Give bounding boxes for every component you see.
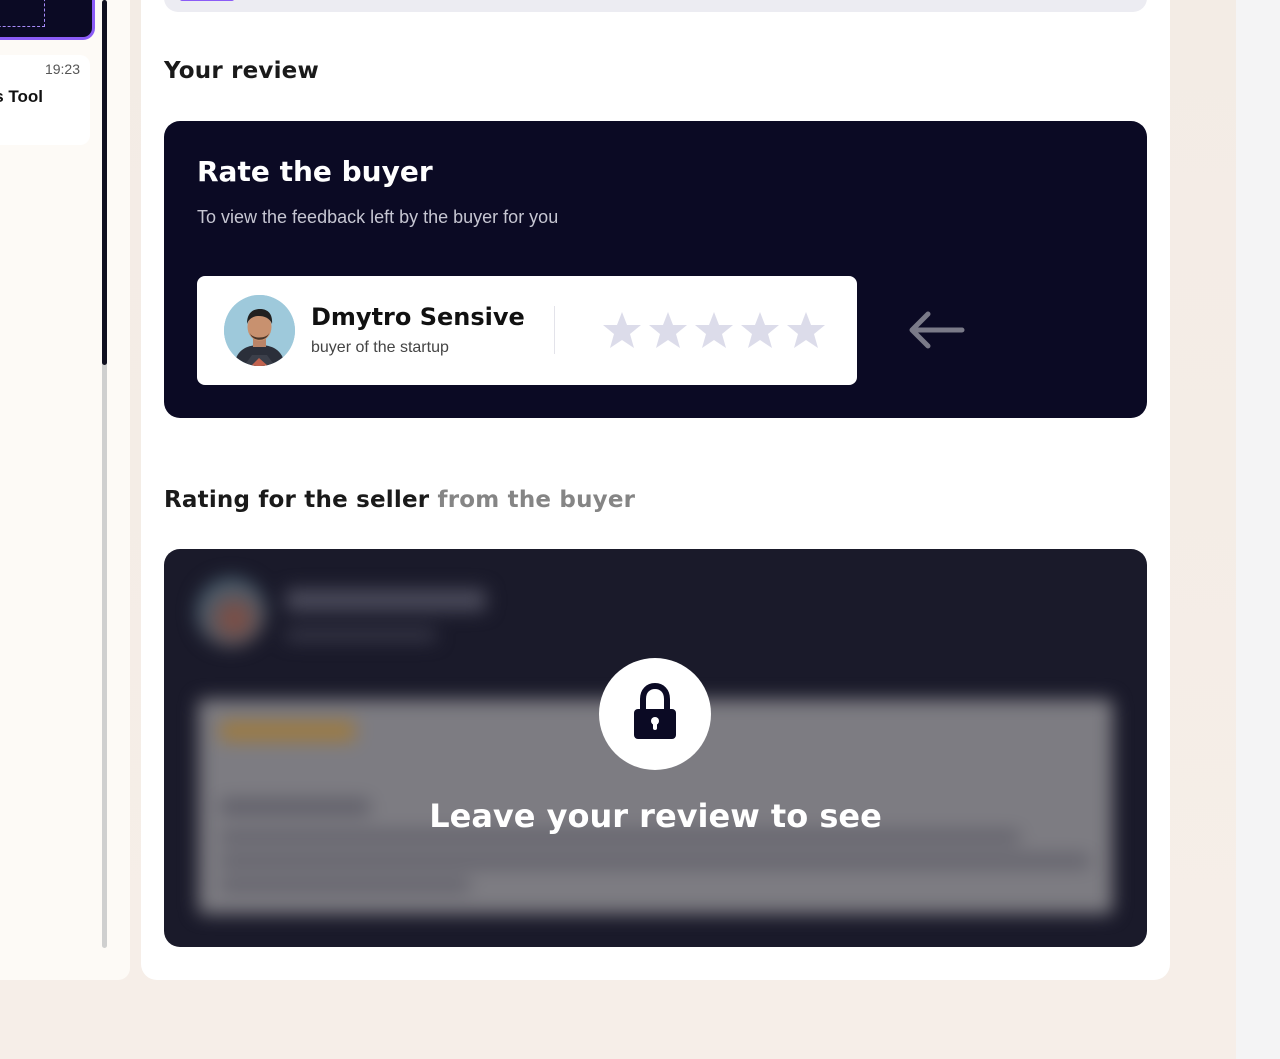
chat-preview-card[interactable] <box>0 0 95 40</box>
avatar-portrait-icon <box>224 295 295 366</box>
blurred-role <box>286 629 436 641</box>
star-icon[interactable] <box>786 310 826 350</box>
arrow-left-icon[interactable] <box>906 307 966 353</box>
blurred-name <box>286 589 486 611</box>
star-icon[interactable] <box>602 310 642 350</box>
lock-icon <box>634 682 676 739</box>
your-review-heading: Your review <box>164 58 319 84</box>
divider <box>554 306 555 354</box>
scrollbar-thumb[interactable] <box>102 0 107 365</box>
star-icon[interactable] <box>740 310 780 350</box>
buyer-name: Dmytro Sensive <box>311 303 525 331</box>
seller-rating-heading-muted: from the buyer <box>437 487 636 513</box>
buyer-rating-box: Dmytro Sensive buyer of the startup <box>197 276 857 385</box>
accent-indicator <box>180 0 234 1</box>
lock-badge <box>599 658 711 770</box>
blurred-line <box>220 879 470 891</box>
chat-time: 19:23 <box>44 61 80 77</box>
previous-section-bar <box>164 0 1147 12</box>
blurred-avatar <box>196 577 266 647</box>
rate-buyer-subtitle: To view the feedback left by the buyer f… <box>197 207 559 227</box>
seller-rating-heading-main: Rating for the seller <box>164 487 430 513</box>
star-rating-input[interactable] <box>602 306 826 354</box>
buyer-role: buyer of the startup <box>311 339 449 356</box>
locked-seller-review: Leave your review to see <box>164 549 1147 947</box>
star-icon[interactable] <box>648 310 688 350</box>
rate-buyer-card: Rate the buyer To view the feedback left… <box>164 121 1147 418</box>
page-gutter <box>1236 0 1280 1059</box>
seller-rating-heading: Rating for the seller from the buyer <box>164 487 635 513</box>
dotted-frame <box>0 0 45 27</box>
chat-sidebar: 19:23 s Tool <box>0 0 130 980</box>
rate-buyer-title: Rate the buyer <box>197 155 433 188</box>
chat-title: s Tool <box>0 87 43 106</box>
star-icon[interactable] <box>694 310 734 350</box>
blurred-stars <box>220 721 355 741</box>
locked-message: Leave your review to see <box>429 797 882 835</box>
avatar <box>224 295 295 366</box>
blurred-line <box>220 855 1090 867</box>
chat-list-item[interactable]: 19:23 s Tool <box>0 55 90 145</box>
